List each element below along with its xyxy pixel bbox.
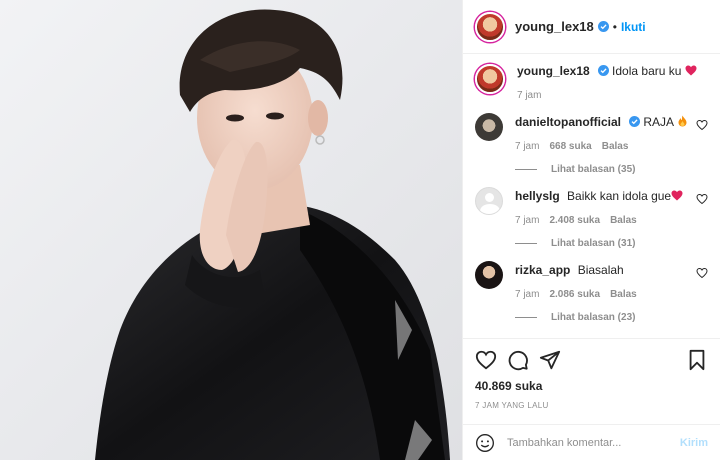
author-username[interactable]: young_lex18 <box>515 19 594 34</box>
bookmark-icon[interactable] <box>686 349 708 371</box>
commenter-avatar[interactable] <box>475 261 503 289</box>
commenter-avatar[interactable] <box>475 187 503 215</box>
view-replies-label: Lihat balasan (23) <box>551 312 636 323</box>
likes-count[interactable]: 40.869 suka <box>475 379 708 393</box>
action-icons <box>475 347 708 373</box>
comment-text: Biasalah <box>577 263 624 277</box>
separator-dot: • <box>612 19 617 34</box>
emoji-icon[interactable] <box>475 433 495 453</box>
comment-username[interactable]: danieltopanofficial <box>515 115 621 129</box>
author-avatar[interactable] <box>475 11 505 42</box>
verified-icon <box>597 21 609 32</box>
comment-item: rizka_app Biasalah 7 jam 2.086 suka Bala… <box>475 261 708 323</box>
comment-icon[interactable] <box>507 349 529 371</box>
caption-username[interactable]: young_lex18 <box>517 64 590 78</box>
follow-button[interactable]: Ikuti <box>621 20 646 34</box>
share-icon[interactable] <box>539 349 561 371</box>
comment-time: 7 jam <box>515 215 540 226</box>
post-caption: young_lex18 Idola baru ku 7 jam <box>475 62 708 101</box>
caption-avatar[interactable] <box>475 64 505 94</box>
verified-icon <box>597 65 609 76</box>
comment-time: 7 jam <box>515 141 540 152</box>
comment-username[interactable]: hellyslg <box>515 189 560 203</box>
comment-likes[interactable]: 668 suka <box>549 141 591 152</box>
comment-text: RAJA <box>643 115 674 129</box>
comment-like-heart-icon[interactable] <box>696 267 708 279</box>
comments-list[interactable]: young_lex18 Idola baru ku 7 jam danielto… <box>463 54 720 338</box>
post-view: young_lex18 • Ikuti young_lex18 Idola ba… <box>0 0 720 460</box>
view-replies-label: Lihat balasan (35) <box>551 164 636 175</box>
view-replies[interactable]: Lihat balasan (35) <box>515 164 688 175</box>
post-header: young_lex18 • Ikuti <box>463 0 720 54</box>
comment-item: danieltopanofficial RAJA 7 jam 668 suka … <box>475 113 708 175</box>
post-panel: young_lex18 • Ikuti young_lex18 Idola ba… <box>462 0 720 460</box>
view-replies[interactable]: Lihat balasan (23) <box>515 312 688 323</box>
comment-username[interactable]: rizka_app <box>515 263 570 277</box>
fire-emoji-icon <box>678 115 687 127</box>
verified-icon <box>629 116 641 127</box>
replies-line <box>515 169 537 170</box>
comment-input[interactable] <box>507 436 680 449</box>
comment-item: hellyslg Baikk kan idola gue 7 jam 2.408… <box>475 187 708 249</box>
replies-line <box>515 317 537 318</box>
commenter-avatar[interactable] <box>475 113 503 141</box>
reply-button[interactable]: Balas <box>602 141 629 152</box>
reply-button[interactable]: Balas <box>610 215 637 226</box>
post-photo-image <box>95 9 450 460</box>
red-heart-emoji-icon <box>671 190 683 201</box>
post-comment-button[interactable]: Kirim <box>680 437 708 449</box>
comment-text: Baikk kan idola gue <box>567 189 672 203</box>
red-heart-emoji-icon <box>685 65 697 76</box>
comment-likes[interactable]: 2.408 suka <box>549 215 600 226</box>
view-replies[interactable]: Lihat balasan (31) <box>515 238 688 249</box>
caption-text: Idola baru ku <box>612 64 682 78</box>
replies-line <box>515 243 537 244</box>
post-photo[interactable] <box>0 0 462 460</box>
like-heart-icon[interactable] <box>475 349 497 371</box>
comment-likes[interactable]: 2.086 suka <box>549 289 600 300</box>
comment-like-heart-icon[interactable] <box>696 119 708 131</box>
post-timestamp: 7 JAM YANG LALU <box>475 401 549 410</box>
add-comment-bar: Kirim <box>463 424 720 460</box>
post-actions: 40.869 suka 7 JAM YANG LALU <box>463 338 720 424</box>
view-replies-label: Lihat balasan (31) <box>551 238 636 249</box>
caption-time: 7 jam <box>517 90 542 101</box>
comment-like-heart-icon[interactable] <box>696 193 708 205</box>
comment-time: 7 jam <box>515 289 540 300</box>
reply-button[interactable]: Balas <box>610 289 637 300</box>
